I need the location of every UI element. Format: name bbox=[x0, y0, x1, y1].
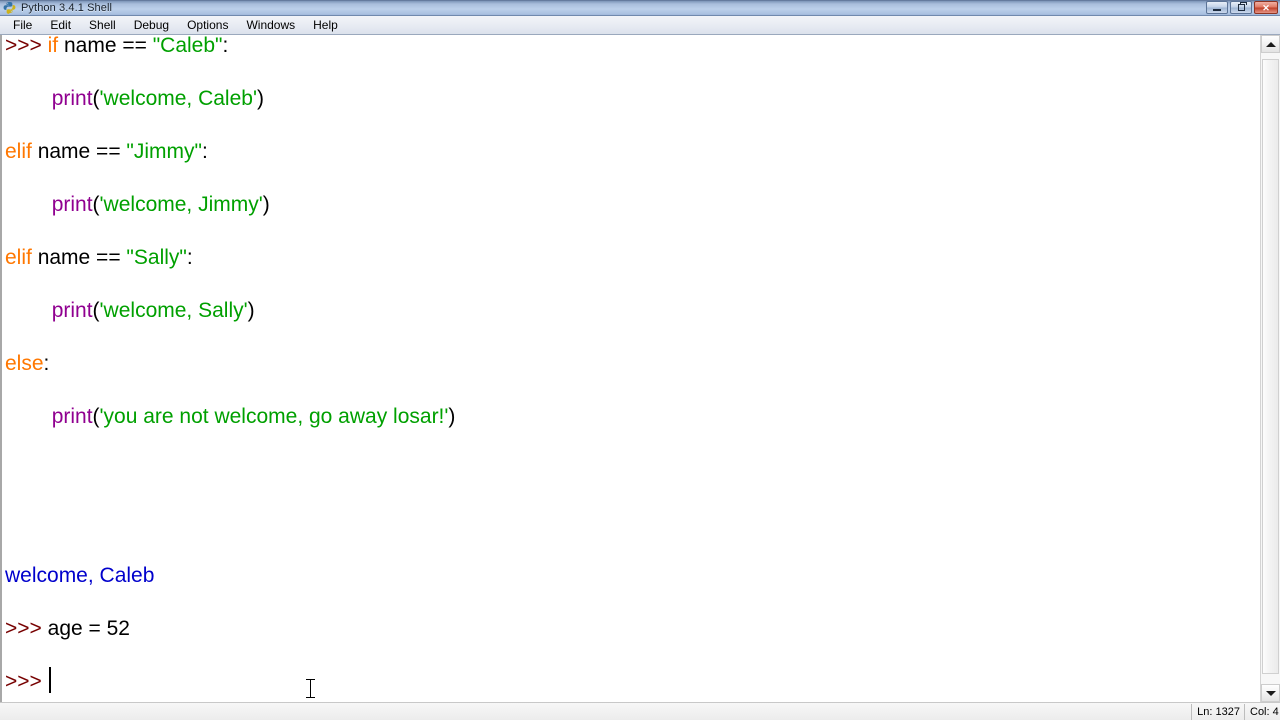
token-keyword: elif bbox=[5, 140, 32, 163]
line-print-caleb: print('welcome, Caleb') bbox=[2, 72, 1260, 125]
token-builtin: print bbox=[51, 405, 93, 428]
token-string: 'welcome, Sally' bbox=[99, 299, 248, 322]
token-plain: ( bbox=[92, 193, 100, 216]
scroll-down-button[interactable] bbox=[1261, 684, 1280, 702]
line-prompt-active: >>> bbox=[2, 655, 1260, 702]
token-plain: ) bbox=[247, 299, 255, 322]
token-builtin: print bbox=[51, 299, 93, 322]
line-age-assign: >>> age = 52 bbox=[2, 602, 1260, 655]
window-title: Python 3.4.1 Shell bbox=[21, 1, 113, 14]
shell-content: >>> if name == "Caleb": print('welcome, … bbox=[0, 35, 1280, 702]
menu-item-shell[interactable]: Shell bbox=[80, 17, 125, 34]
token-plain: ( bbox=[92, 405, 100, 428]
line-if-caleb: >>> if name == "Caleb": bbox=[2, 35, 1260, 72]
line-print-sally: print('welcome, Sally') bbox=[2, 284, 1260, 337]
status-column-number: Col: 4 bbox=[1244, 703, 1280, 720]
scrollbar-track[interactable] bbox=[1261, 53, 1280, 684]
token-plain: ) bbox=[448, 405, 456, 428]
menu-item-edit[interactable]: Edit bbox=[41, 17, 80, 34]
token-plain: name == bbox=[58, 35, 153, 57]
token-plain: : bbox=[222, 35, 229, 57]
line-else: else: bbox=[2, 337, 1260, 390]
menu-item-debug[interactable]: Debug bbox=[125, 17, 178, 34]
line-print-jimmy: print('welcome, Jimmy') bbox=[2, 178, 1260, 231]
token-plain: ) bbox=[262, 193, 270, 216]
menu-item-help[interactable]: Help bbox=[304, 17, 347, 34]
restore-button[interactable] bbox=[1230, 1, 1252, 14]
token-string: 'you are not welcome, go away losar!' bbox=[99, 405, 449, 428]
minimize-button[interactable] bbox=[1206, 1, 1228, 14]
line-output-welcome: welcome, Caleb bbox=[2, 549, 1260, 602]
scrollbar-thumb[interactable] bbox=[1262, 59, 1279, 674]
status-line-number: Ln: 1327 bbox=[1191, 703, 1244, 720]
token-plain: ( bbox=[92, 299, 100, 322]
chevron-up-icon bbox=[1265, 41, 1276, 47]
title-bar: Python 3.4.1 Shell ✕ bbox=[0, 0, 1280, 16]
token-plain: name == bbox=[31, 140, 127, 163]
idle-shell-window: Python 3.4.1 Shell ✕ File Edit Shell Debug O… bbox=[0, 0, 1280, 720]
token-keyword: elif bbox=[5, 246, 32, 269]
token-plain: age = 52 bbox=[47, 617, 130, 640]
vertical-scrollbar[interactable] bbox=[1260, 35, 1280, 702]
status-bar: Ln: 1327 Col: 4 bbox=[0, 702, 1280, 720]
token-output: welcome, Caleb bbox=[5, 564, 155, 587]
line-print-else: print('you are not welcome, go away losa… bbox=[2, 390, 1260, 443]
line-blank-2 bbox=[2, 496, 1260, 549]
shell-text-area[interactable]: >>> if name == "Caleb": print('welcome, … bbox=[0, 35, 1260, 702]
line-elif-sally: elif name == "Sally": bbox=[2, 231, 1260, 284]
menu-item-file[interactable]: File bbox=[4, 17, 41, 34]
menu-bar: File Edit Shell Debug Options Windows Help bbox=[0, 16, 1280, 35]
scroll-up-button[interactable] bbox=[1261, 35, 1280, 53]
chevron-down-icon bbox=[1265, 690, 1276, 696]
token-string: "Sally" bbox=[126, 246, 187, 269]
token-string: 'welcome, Jimmy' bbox=[99, 193, 263, 216]
close-button[interactable]: ✕ bbox=[1254, 1, 1278, 14]
minimize-icon bbox=[1213, 9, 1221, 11]
token-string: "Caleb" bbox=[152, 35, 223, 57]
token-plain: : bbox=[186, 246, 193, 269]
token-plain: : bbox=[43, 352, 50, 375]
token-prompt: >>> bbox=[5, 617, 48, 640]
token-plain: name == bbox=[31, 246, 127, 269]
token-string: 'welcome, Caleb' bbox=[99, 87, 257, 110]
token-plain: : bbox=[201, 140, 208, 163]
menu-item-windows[interactable]: Windows bbox=[237, 17, 304, 34]
token-plain: ( bbox=[92, 87, 100, 110]
window-controls: ✕ bbox=[1206, 1, 1278, 14]
shell-text-lines: >>> if name == "Caleb": print('welcome, … bbox=[2, 35, 1260, 702]
token-keyword: if bbox=[47, 35, 59, 57]
restore-icon bbox=[1237, 2, 1247, 11]
line-blank-1 bbox=[2, 443, 1260, 496]
token-builtin: print bbox=[51, 87, 93, 110]
text-caret bbox=[48, 667, 51, 693]
token-keyword: else bbox=[5, 352, 44, 375]
line-elif-jimmy: elif name == "Jimmy": bbox=[2, 125, 1260, 178]
token-plain: ) bbox=[256, 87, 264, 110]
token-builtin: print bbox=[51, 193, 93, 216]
token-prompt: >>> bbox=[5, 670, 42, 693]
token-string: "Jimmy" bbox=[126, 140, 202, 163]
token-prompt: >>> bbox=[5, 35, 48, 57]
close-icon: ✕ bbox=[1262, 2, 1270, 13]
python-logo-icon bbox=[3, 1, 16, 14]
menu-item-options[interactable]: Options bbox=[178, 17, 237, 34]
